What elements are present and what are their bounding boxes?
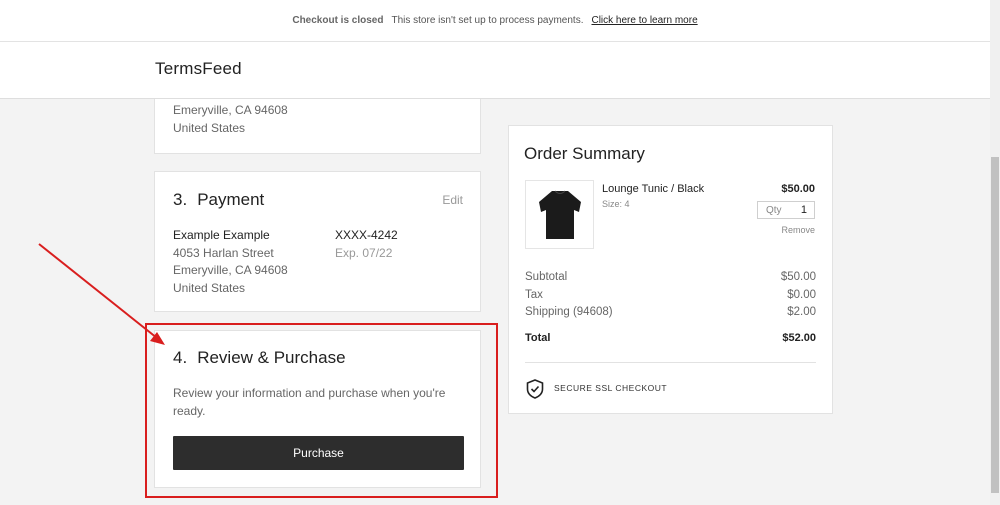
checkout-closed-banner: Checkout is closed This store isn't set …: [0, 0, 990, 42]
product-name[interactable]: Lounge Tunic / Black: [602, 183, 704, 195]
shipping-address-card: Emeryville, CA 94608 United States: [154, 99, 481, 154]
total-value: $52.00: [782, 331, 816, 344]
checkout-status: Checkout is closed: [292, 15, 384, 26]
shipping-country: United States: [173, 120, 246, 135]
tax-label: Tax: [525, 288, 543, 301]
billing-address: Example Example 4053 Harlan Street Emery…: [173, 227, 288, 297]
tax-row: Tax $0.00: [525, 287, 816, 305]
tunic-image-icon: [538, 190, 581, 239]
summary-divider: [525, 362, 816, 363]
tax-value: $0.00: [787, 288, 816, 301]
annotation-highlight-box: [145, 323, 498, 498]
card-expiry: Exp. 07/22: [335, 245, 393, 260]
secure-checkout-label: SECURE SSL CHECKOUT: [554, 383, 668, 393]
total-label: Total: [525, 331, 551, 344]
subtotal-value: $50.00: [780, 271, 816, 283]
shield-check-icon: [526, 379, 544, 399]
subtotal-row: Subtotal $50.00: [525, 269, 816, 287]
step-number: 3.: [173, 190, 188, 209]
edit-payment-link[interactable]: Edit: [442, 193, 463, 207]
card-info: XXXX-4242 Exp. 07/22: [335, 227, 398, 262]
shipping-label: Shipping (94608): [525, 306, 613, 318]
product-size: Size: 4: [602, 199, 630, 209]
product-price: $50.00: [781, 183, 815, 195]
order-totals: Subtotal $50.00 Tax $0.00 Shipping (9460…: [525, 269, 816, 347]
shipping-city-line: Emeryville, CA 94608: [173, 103, 288, 117]
shipping-value: $2.00: [787, 306, 816, 318]
order-summary-card: Order Summary Lounge Tunic / Black Size:…: [508, 125, 833, 414]
billing-country: United States: [173, 280, 246, 295]
step-label: Payment: [197, 190, 265, 209]
banner-message: This store isn't set up to process payme…: [391, 15, 584, 26]
site-header: TermsFeed: [0, 42, 990, 99]
billing-name: Example Example: [173, 228, 270, 242]
store-brand[interactable]: TermsFeed: [155, 59, 242, 79]
payment-section: 3. Payment Edit Example Example 4053 Harl…: [154, 171, 481, 312]
billing-city: Emeryville, CA 94608: [173, 263, 288, 277]
subtotal-label: Subtotal: [525, 271, 568, 283]
learn-more-link[interactable]: Click here to learn more: [591, 15, 697, 26]
quantity-input[interactable]: Qty 1: [757, 201, 815, 219]
remove-item-link[interactable]: Remove: [781, 225, 815, 235]
tunic-thumbnail: [525, 180, 594, 249]
page-scrollbar-thumb[interactable]: [991, 157, 999, 493]
qty-label: Qty: [766, 205, 782, 216]
shipping-row: Shipping (94608) $2.00: [525, 304, 816, 322]
order-summary-title: Order Summary: [524, 144, 645, 163]
total-row: Total $52.00: [525, 330, 816, 348]
qty-value[interactable]: 1: [801, 204, 807, 216]
payment-step-title: 3. Payment: [173, 190, 264, 210]
card-number: XXXX-4242: [335, 228, 398, 242]
billing-street: 4053 Harlan Street: [173, 245, 274, 260]
